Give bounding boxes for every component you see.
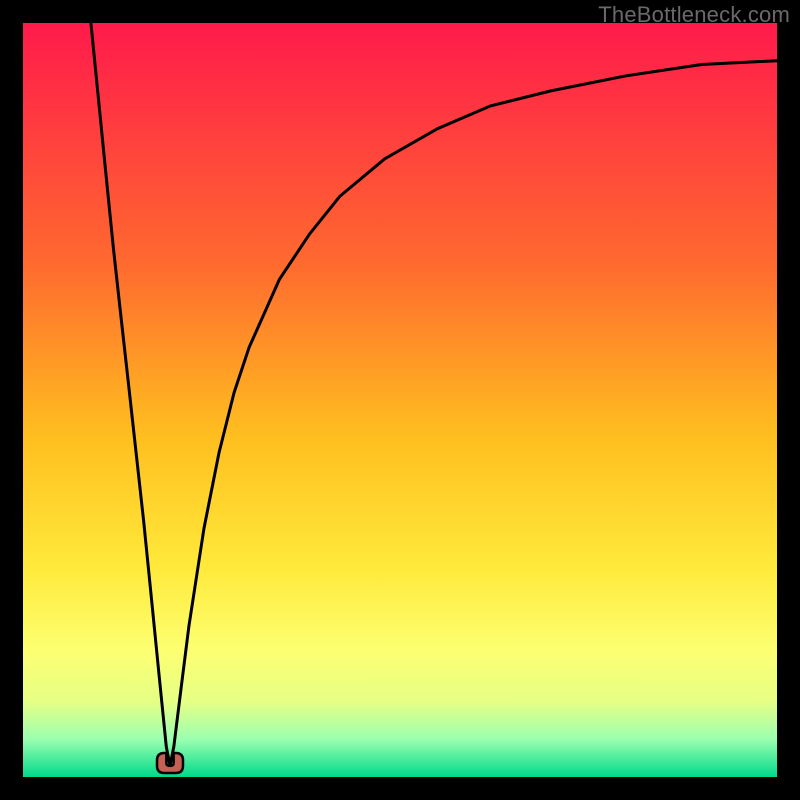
curve-right — [170, 61, 777, 766]
plot-area — [23, 23, 777, 777]
chart-frame: TheBottleneck.com — [0, 0, 800, 800]
plot-svg — [23, 23, 777, 777]
watermark-text: TheBottleneck.com — [598, 2, 790, 28]
curve-left — [91, 23, 170, 766]
